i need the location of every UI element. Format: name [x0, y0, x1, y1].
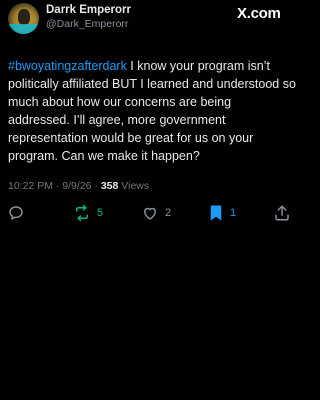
avatar-face	[18, 9, 30, 25]
hashtag-link[interactable]: #bwoyatingzafterdark	[8, 59, 127, 73]
share-icon	[273, 204, 291, 222]
retweet-icon	[73, 204, 91, 222]
avatar[interactable]	[8, 3, 39, 34]
tweet-body: I know your program isn’t politically af…	[8, 59, 296, 163]
like-icon	[141, 204, 159, 222]
bookmark-button[interactable]: 1	[208, 203, 236, 223]
user-handle[interactable]: @Dark_Emperorr	[46, 18, 128, 30]
share-button[interactable]	[273, 203, 291, 223]
action-bar: 5 2 1	[0, 203, 300, 223]
bookmark-count: 1	[230, 207, 237, 219]
tweet-text: #bwoyatingzafterdark I know your program…	[8, 57, 296, 165]
meta-separator: ·	[94, 180, 98, 192]
bookmark-icon	[208, 204, 224, 222]
x-logo: X.com	[237, 5, 281, 22]
tweet-date[interactable]: 9/9/26	[62, 180, 91, 192]
views-label: Views	[121, 180, 150, 192]
tweet-time[interactable]: 10:22 PM	[8, 180, 53, 192]
reply-button[interactable]	[7, 203, 25, 223]
tweet-meta: 10:22 PM · 9/9/26 · 358 Views	[8, 180, 149, 192]
views-count: 358	[100, 180, 119, 192]
retweet-count: 5	[97, 207, 104, 219]
retweet-button[interactable]: 5	[73, 203, 103, 223]
like-button[interactable]: 2	[141, 203, 171, 223]
display-name[interactable]: Darrk Emperorr	[46, 4, 131, 16]
reply-icon	[7, 204, 25, 222]
like-count: 2	[165, 207, 172, 219]
meta-separator: ·	[55, 180, 60, 192]
avatar-band	[8, 24, 39, 34]
